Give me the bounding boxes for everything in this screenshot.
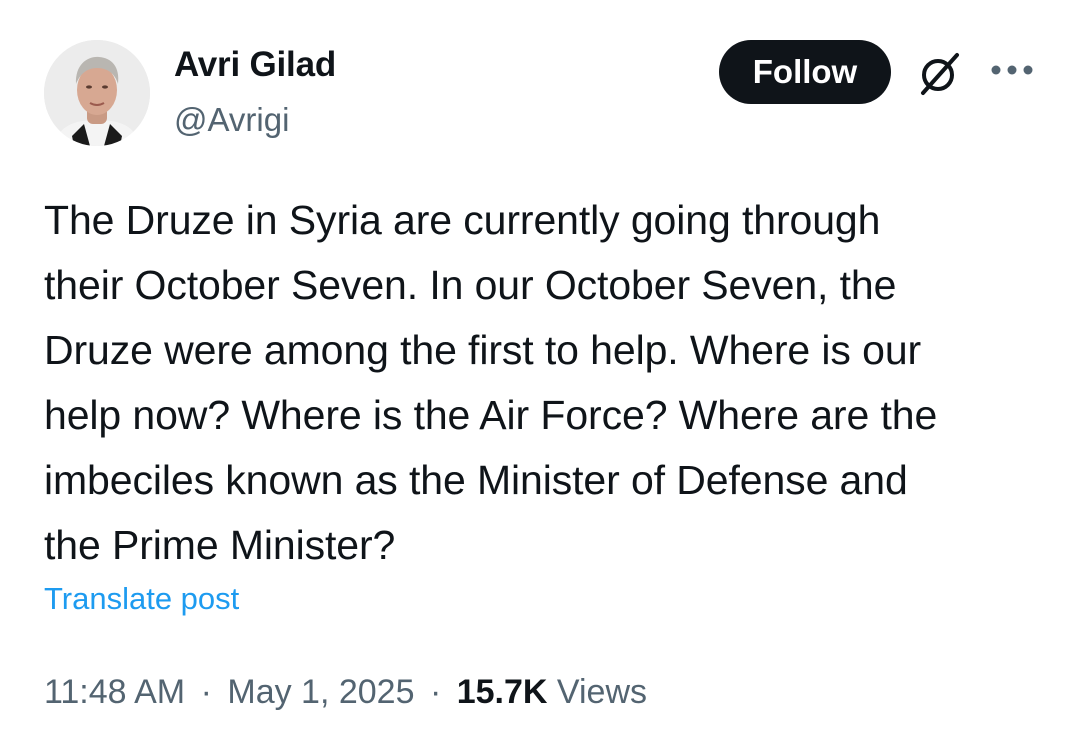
post-text-line: the Prime Minister? <box>44 522 396 568</box>
post-date[interactable]: May 1, 2025 <box>227 673 414 711</box>
post-text-line: The Druze in Syria are currently going t… <box>44 197 881 243</box>
more-options-icon[interactable] <box>990 62 1034 78</box>
grok-icon[interactable] <box>914 49 964 99</box>
post-text-line: imbeciles known as the Minister of Defen… <box>44 457 908 503</box>
post-meta: 11:48 AM · May 1, 2025 · 15.7K Views <box>44 673 647 712</box>
translate-post-link[interactable]: Translate post <box>44 581 239 617</box>
meta-separator: · <box>429 673 442 711</box>
follow-button[interactable]: Follow <box>719 40 891 104</box>
post-text-line: Druze were among the first to help. Wher… <box>44 327 922 373</box>
post-time[interactable]: 11:48 AM <box>44 673 185 711</box>
author-avatar[interactable] <box>44 40 150 146</box>
views-label: Views <box>556 673 648 711</box>
author-display-name[interactable]: Avri Gilad <box>174 45 336 85</box>
author-handle[interactable]: @Avrigi <box>174 101 289 139</box>
tweet-card: Avri Gilad @Avrigi Follow The Druze in S… <box>0 0 1080 751</box>
post-text-line: their October Seven. In our October Seve… <box>44 262 897 308</box>
post-text: The Druze in Syria are currently going t… <box>44 188 1034 578</box>
profile-photo-icon <box>44 40 150 146</box>
post-text-line: help now? Where is the Air Force? Where … <box>44 392 938 438</box>
views-count: 15.7K <box>456 673 548 711</box>
follow-button-label: Follow <box>752 53 858 90</box>
meta-separator: · <box>200 673 212 711</box>
